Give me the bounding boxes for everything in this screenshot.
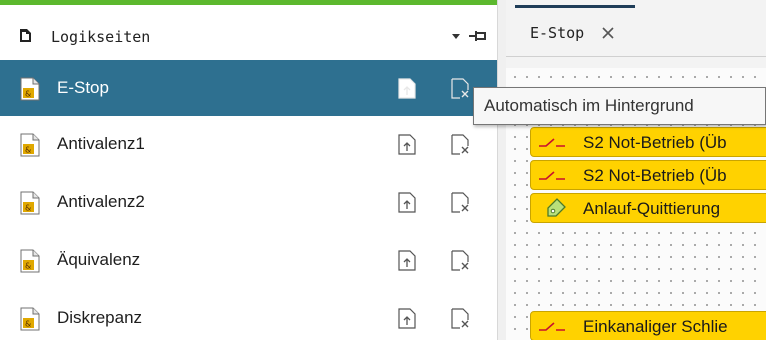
switch-contact-icon <box>539 322 565 331</box>
tag-icon <box>547 198 566 217</box>
tab-label: E-Stop <box>530 24 585 42</box>
logic-editor: E-Stop S2 Not-Betrieb (Üb S2 Not-Betrieb… <box>506 0 766 340</box>
panel-splitter[interactable] <box>497 0 506 340</box>
svg-text:&: & <box>25 204 31 213</box>
remove-page-icon[interactable] <box>451 192 470 213</box>
logic-page-icon: & <box>20 191 40 215</box>
close-icon[interactable] <box>601 26 615 40</box>
svg-text:&: & <box>25 146 31 155</box>
tab-e-stop[interactable]: E-Stop <box>515 8 635 56</box>
list-item-diskrepanz[interactable]: & Diskrepanz <box>0 290 497 340</box>
input-block[interactable]: Anlauf-Quittierung <box>530 193 766 223</box>
block-label: Einkanaliger Schlie <box>583 317 728 336</box>
export-page-icon[interactable] <box>398 250 416 271</box>
svg-text:&: & <box>25 262 31 271</box>
export-page-icon[interactable] <box>398 308 416 329</box>
dropdown-arrow-icon[interactable] <box>449 29 463 43</box>
panel-title: Logikseiten <box>51 28 151 46</box>
list-item-label: E-Stop <box>57 78 109 97</box>
input-block[interactable]: S2 Not-Betrieb (Üb <box>530 127 766 157</box>
logic-page-icon: & <box>20 307 40 331</box>
export-page-icon[interactable] <box>398 134 416 155</box>
input-block[interactable]: S2 Not-Betrieb (Üb <box>530 160 766 190</box>
remove-page-icon[interactable] <box>451 134 470 155</box>
panel-header: Logikseiten <box>0 5 497 53</box>
export-page-icon[interactable] <box>398 192 416 213</box>
list-item-aequivalenz[interactable]: & Äquivalenz <box>0 232 497 288</box>
remove-page-icon[interactable] <box>451 308 470 329</box>
block-label: S2 Not-Betrieb (Üb <box>583 166 727 185</box>
remove-page-icon[interactable] <box>451 78 470 99</box>
logic-page-icon: & <box>20 77 40 101</box>
export-page-icon[interactable] <box>398 78 416 99</box>
list-item-antivalenz2[interactable]: & Antivalenz2 <box>0 174 497 230</box>
switch-contact-icon <box>539 171 565 180</box>
tooltip: Automatisch im Hintergrund <box>473 87 766 125</box>
input-block[interactable]: Einkanaliger Schlie <box>530 311 766 340</box>
logic-pages-panel: Logikseiten & E-Stop & Antivalenz1 & Ant… <box>0 0 497 340</box>
pin-icon[interactable] <box>469 28 487 44</box>
logic-page-list: & E-Stop & Antivalenz1 & Antivalenz2 & Ä… <box>0 58 497 340</box>
block-label: S2 Not-Betrieb (Üb <box>583 133 727 152</box>
list-item-label: Äquivalenz <box>57 250 141 269</box>
block-label: Anlauf-Quittierung <box>583 199 721 218</box>
logic-page-icon: & <box>20 133 40 157</box>
list-item-label: Antivalenz2 <box>57 192 145 211</box>
list-item-e-stop[interactable]: & E-Stop <box>0 60 497 116</box>
tooltip-text: Automatisch im Hintergrund <box>484 96 694 115</box>
switch-contact-icon <box>539 138 565 147</box>
list-item-antivalenz1[interactable]: & Antivalenz1 <box>0 116 497 172</box>
svg-text:&: & <box>25 90 31 99</box>
svg-text:&: & <box>25 320 31 329</box>
list-item-label: Diskrepanz <box>57 308 143 327</box>
logic-page-icon: & <box>20 249 40 273</box>
tab-divider <box>506 56 766 57</box>
list-item-label: Antivalenz1 <box>57 134 145 153</box>
remove-page-icon[interactable] <box>451 250 470 271</box>
page-icon <box>20 29 31 42</box>
